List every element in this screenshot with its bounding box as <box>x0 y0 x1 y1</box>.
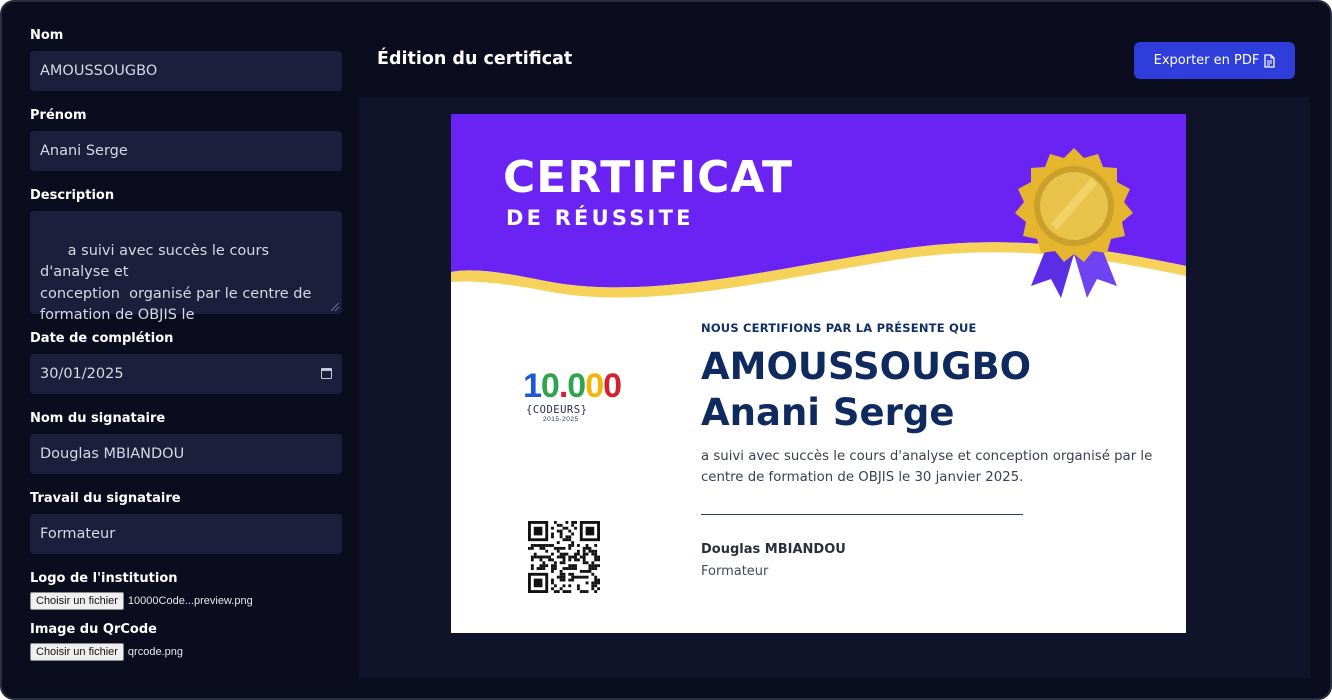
logo-label: Logo de l'institution <box>30 571 178 586</box>
certificate: CERTIFICAT DE RÉUSSITE 10.000 {CODEURS} … <box>451 114 1186 633</box>
logo-digit: 1 <box>523 367 542 405</box>
description-label: Description <box>30 188 115 203</box>
qr-code-icon <box>528 521 600 593</box>
signer-role: Formateur <box>701 564 769 579</box>
logo-file-name: 10000Code...preview.png <box>127 595 253 607</box>
certificate-preview: CERTIFICAT DE RÉUSSITE 10.000 {CODEURS} … <box>359 97 1310 678</box>
prenom-label: Prénom <box>30 108 87 123</box>
travail-label: Travail du signataire <box>30 491 181 506</box>
date-value: 30/01/2025 <box>40 366 124 382</box>
signataire-input[interactable]: Douglas MBIANDOU <box>30 434 342 474</box>
certificate-kicker: NOUS CERTIFIONS PAR LA PRÉSENTE QUE <box>701 321 977 335</box>
certificate-title: CERTIFICAT <box>503 152 794 203</box>
export-pdf-button[interactable]: Exporter en PDF <box>1134 42 1295 79</box>
description-textarea[interactable]: a suivi avec succès le cours d'analyse e… <box>30 211 342 323</box>
logo-years: 2015-2025 <box>543 416 579 423</box>
resize-handle[interactable] <box>331 303 339 311</box>
institution-logo: 10.000 {CODEURS} 2015-2025 <box>523 367 622 435</box>
app-window: Nom AMOUSSOUGBO Prénom Anani Serge Descr… <box>0 0 1332 700</box>
signataire-label: Nom du signataire <box>30 411 166 426</box>
description-text: a suivi avec succès le cours d'analyse e… <box>40 242 312 324</box>
qrcode-choose-file-button[interactable]: Choisir un fichier <box>30 643 124 661</box>
gold-medal-icon <box>1015 148 1133 298</box>
nom-label: Nom <box>30 28 64 43</box>
logo-tagline: {CODEURS} <box>526 404 588 416</box>
recipient-last-name: AMOUSSOUGBO <box>701 345 1032 388</box>
date-label: Date de complétion <box>30 331 174 346</box>
qrcode-label: Image du QrCode <box>30 622 157 637</box>
certificate-description: a suivi avec succès le cours d'analyse e… <box>701 449 1153 485</box>
travail-input[interactable]: Formateur <box>30 514 342 554</box>
logo-digit: 0 <box>567 367 586 405</box>
logo-digit: 0 <box>585 367 604 405</box>
logo-digit: . <box>558 367 569 405</box>
signer-name: Douglas MBIANDOU <box>701 542 846 557</box>
logo-digit: 0 <box>603 367 622 405</box>
recipient-first-name: Anani Serge <box>701 391 955 434</box>
export-pdf-label: Exporter en PDF <box>1153 53 1260 68</box>
signature-line <box>701 514 1023 515</box>
recipient-name: AMOUSSOUGBO Anani Serge <box>701 344 1171 436</box>
calendar-icon[interactable] <box>321 368 332 379</box>
qrcode-file-input: Choisir un fichier qrcode.png <box>30 643 342 661</box>
logo-digit: 0 <box>540 367 560 405</box>
document-icon <box>1264 53 1276 68</box>
page-title: Édition du certificat <box>377 49 573 69</box>
date-input[interactable]: 30/01/2025 <box>30 354 342 394</box>
logo-digits: 10.000 <box>523 367 622 405</box>
logo-file-input: Choisir un fichier 10000Code...preview.p… <box>30 592 342 610</box>
certificate-subtitle: DE RÉUSSITE <box>506 206 694 230</box>
qrcode-file-name: qrcode.png <box>127 646 183 658</box>
logo-choose-file-button[interactable]: Choisir un fichier <box>30 592 124 610</box>
prenom-input[interactable]: Anani Serge <box>30 131 342 171</box>
certificate-form: Nom AMOUSSOUGBO Prénom Anani Serge Descr… <box>30 28 342 673</box>
nom-input[interactable]: AMOUSSOUGBO <box>30 51 342 91</box>
